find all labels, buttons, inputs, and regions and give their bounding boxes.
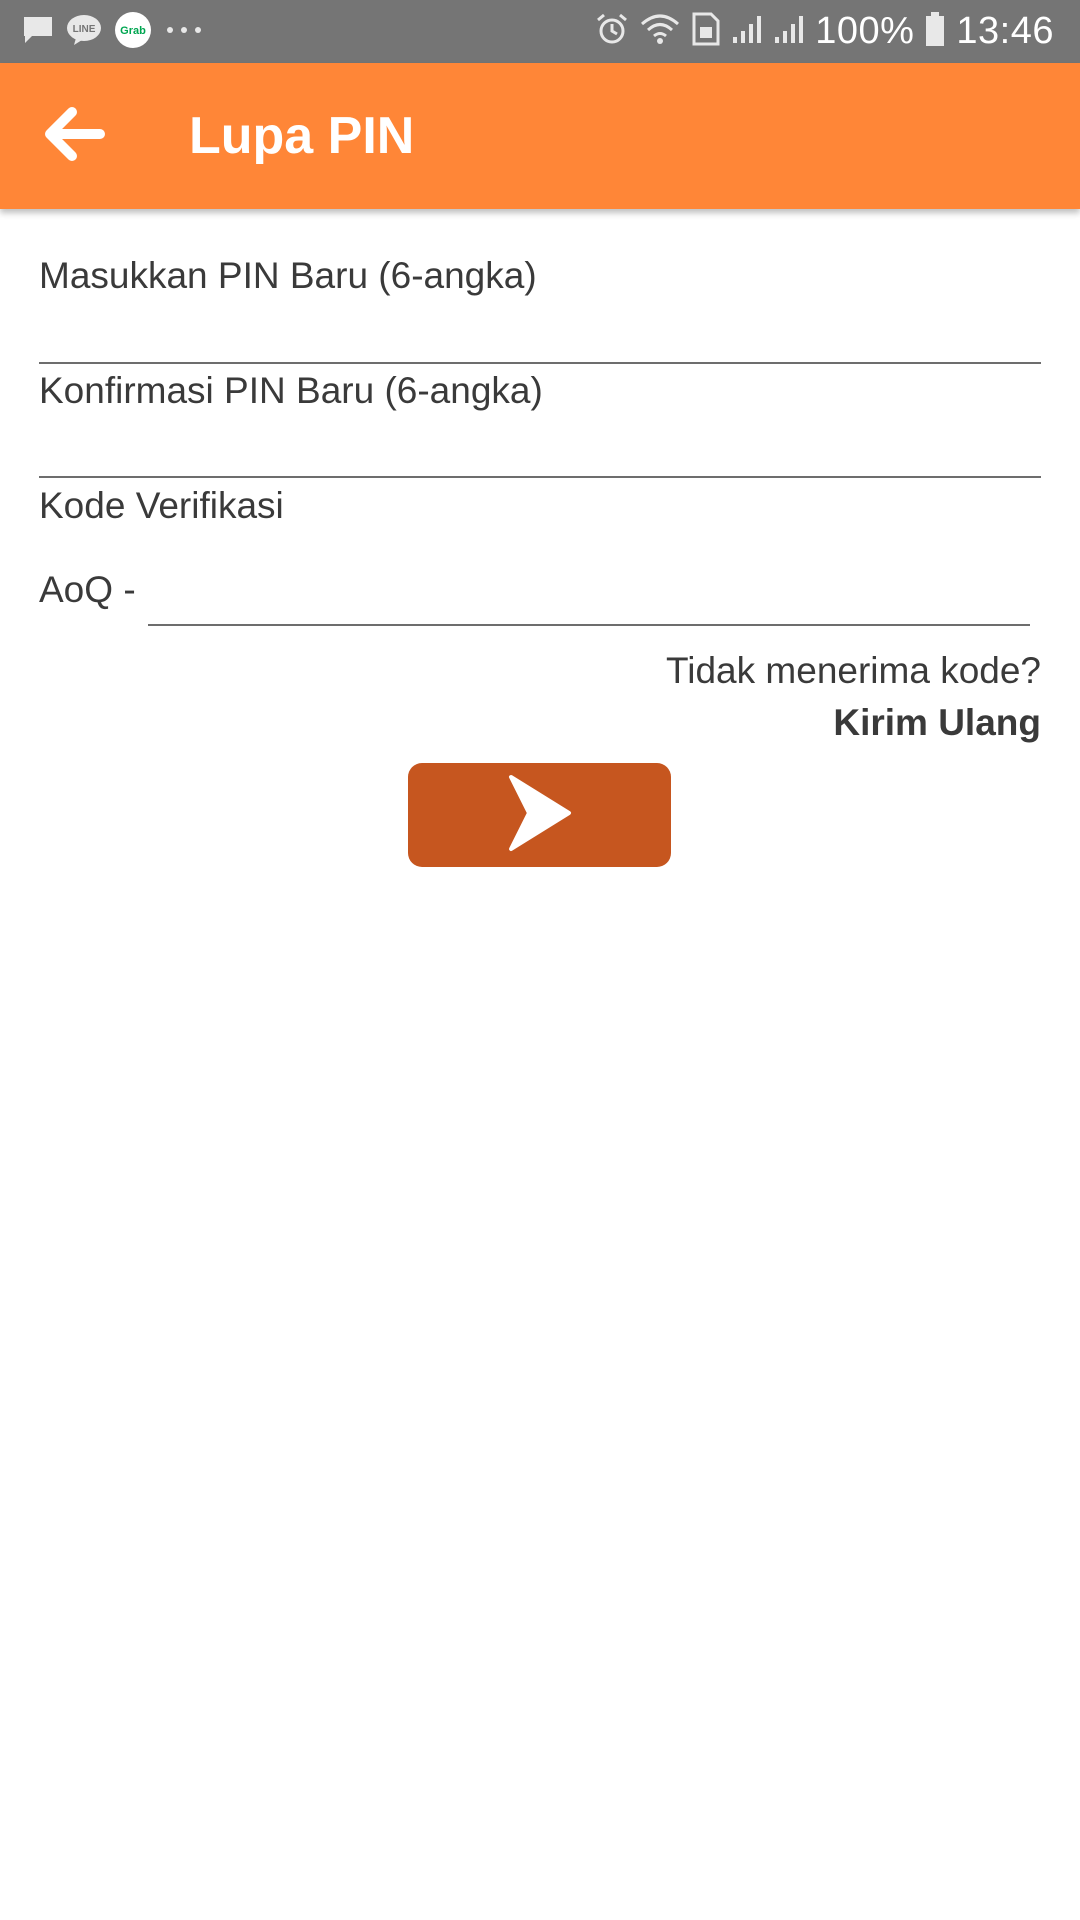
verification-underline [148, 624, 1030, 626]
battery-percentage: 100% [815, 9, 915, 52]
clock: 13:46 [956, 9, 1054, 52]
new-pin-label: Masukkan PIN Baru (6-angka) [39, 255, 537, 296]
grab-icon-text: Grab [120, 25, 146, 37]
confirm-pin-input[interactable] [39, 420, 1045, 477]
line-app-icon: LINE [66, 14, 102, 51]
page-title: Lupa PIN [189, 107, 415, 165]
verification-label: Kode Verifikasi [39, 485, 284, 526]
resend-code-link[interactable]: Kirim Ulang [833, 702, 1041, 744]
status-bar-notifications: LINE Grab [22, 11, 216, 54]
confirm-pin-underline [39, 476, 1041, 478]
app-bar: Lupa PIN [0, 63, 1080, 209]
more-dots-icon [164, 23, 204, 41]
status-bar: LINE Grab 100% 13:46 [0, 0, 1080, 63]
signal-icon [731, 13, 763, 50]
sim-icon [691, 11, 721, 52]
battery-icon [924, 11, 946, 52]
message-icon [22, 14, 54, 51]
chevron-right-icon [505, 773, 575, 858]
submit-button[interactable] [408, 763, 671, 867]
signal-icon [773, 13, 805, 50]
verification-prefix: AoQ - [39, 569, 136, 610]
back-button[interactable] [32, 95, 114, 177]
arrow-left-icon [38, 99, 108, 174]
resend-question: Tidak menerima kode? [666, 650, 1041, 691]
status-bar-system: 100% 13:46 [585, 8, 1054, 54]
alarm-icon [595, 12, 629, 51]
wifi-icon [639, 12, 681, 51]
grab-app-icon: Grab [114, 11, 152, 54]
new-pin-underline [39, 362, 1041, 364]
confirm-pin-label: Konfirmasi PIN Baru (6-angka) [39, 370, 543, 411]
new-pin-input[interactable] [39, 305, 1045, 362]
verification-code-input[interactable] [148, 560, 1034, 622]
line-icon-text: LINE [73, 24, 96, 35]
